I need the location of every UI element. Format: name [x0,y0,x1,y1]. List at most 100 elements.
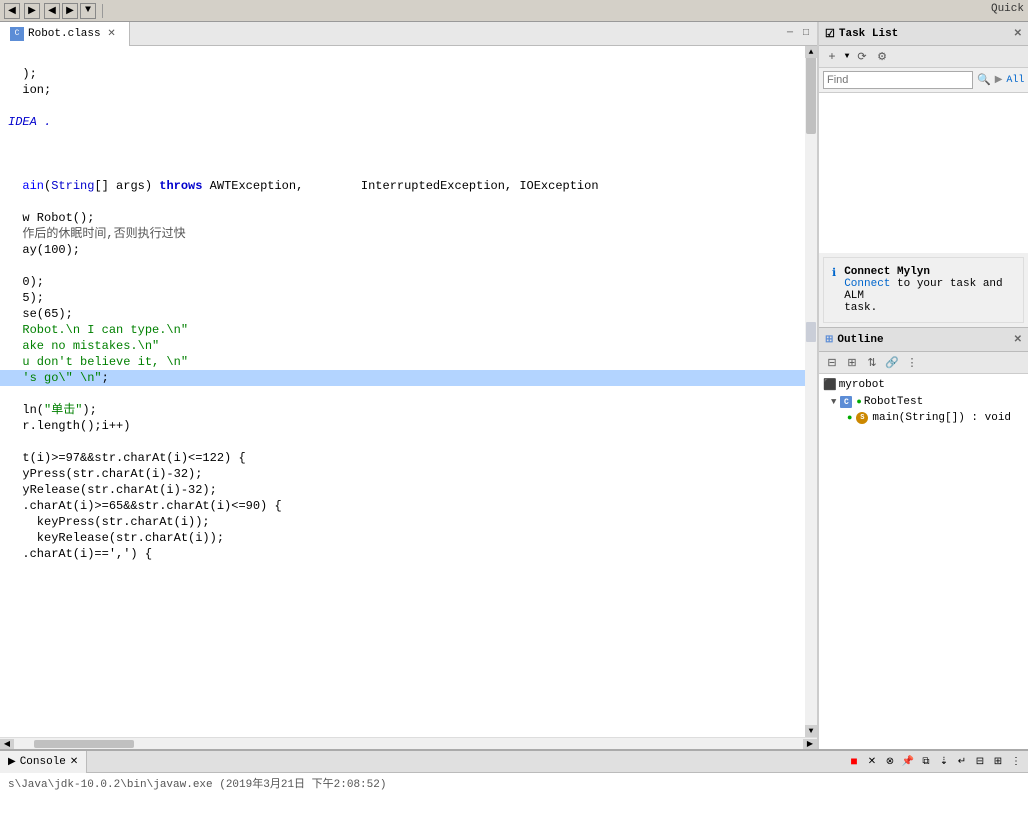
right-panel: ☑ Task List ✕ + ▼ ⟳ ⚙ 🔍 ▶ [818,22,1028,749]
console-scroll-btn[interactable]: ⇣ [936,754,952,770]
outline-panel: ⊞ Outline ✕ ⊟ ⊞ ⇅ 🔗 ⋮ ⬛ myrobot [819,328,1028,749]
checklist-icon: ☑ [825,27,835,41]
outline-title: Outline [837,334,883,346]
line-29: keyRelease(str.charAt(i)); [8,531,224,545]
outline-icon: ⊞ [825,334,833,346]
console-tab-icon: ▶ [8,756,16,768]
sync-btn[interactable]: ⟳ [853,48,871,66]
line-14: 0); [8,275,44,289]
search-icon[interactable]: 🔍 [977,73,991,87]
back-button[interactable]: ◀ [4,3,20,19]
line-21: ln("单击"); [8,403,97,417]
task-settings-btn[interactable]: ⚙ [873,48,891,66]
collapse-all-btn[interactable]: ⊟ [823,354,841,372]
filter-separator: ▶ [995,74,1003,86]
minimap-indicator [806,322,816,342]
scroll-left-arrow[interactable]: ◀ [0,739,14,749]
new-task-btn[interactable]: + [823,48,841,66]
forward-button[interactable]: ▶ [24,3,40,19]
console-log-text: s\Java\jdk-10.0.2\bin\javaw.exe (2019年3月… [8,779,386,791]
connect-link[interactable]: Connect [844,278,890,290]
console-tab-close[interactable]: ✕ [70,756,78,768]
scroll-down-arrow[interactable]: ▼ [805,725,817,737]
package-icon: ⬛ [823,378,837,392]
connect-mylyn-box: ℹ Connect Mylyn Connect to your task and… [823,257,1024,323]
console-more-btn[interactable]: ⋮ [1008,754,1024,770]
console-close-btn[interactable]: ✕ [864,754,880,770]
line-3 [8,99,15,113]
filter-all-btn[interactable]: All [1004,74,1026,87]
line-22: r.length();i++) [8,419,130,433]
line-20: 's go\" \n"; [0,370,805,386]
connect-mylyn-title: Connect Mylyn [844,266,930,278]
editor-scroll-thumb[interactable] [806,54,816,134]
line-13 [8,259,15,273]
task-list-area [819,93,1028,253]
outline-header: ⊞ Outline ✕ [819,328,1028,352]
tab-close[interactable]: ✕ [105,27,119,41]
line-30: .charAt(i)==',') { [8,547,152,561]
main-layout: C Robot.class ✕ ─ □ ); ion; IDEA . ain(S… [0,22,1028,829]
method-green-dot: ● [847,413,852,423]
outline-myrobot-label: myrobot [839,379,885,391]
task-list-title: Task List [839,28,898,40]
outline-more-btn[interactable]: ⋮ [903,354,921,372]
stop-btn[interactable]: ■ [846,754,862,770]
task-list-header: ☑ Task List ✕ [819,22,1028,46]
line-25: yPress(str.charAt(i)-32); [8,467,202,481]
line-24: t(i)>=97&&str.charAt(i)<=122) { [8,451,246,465]
sort-btn[interactable]: ⇅ [863,354,881,372]
editor-tab-bar: C Robot.class ✕ ─ □ [0,22,817,46]
outline-close[interactable]: ✕ [1014,334,1022,346]
code-area[interactable]: ); ion; IDEA . ain(String[] args) throws… [0,46,805,737]
outline-item-myrobot[interactable]: ⬛ myrobot [819,376,1028,394]
h-scrollbar[interactable]: ◀ ▶ [0,737,817,749]
line-17: Robot.\n I can type.\n" [8,323,188,337]
content-area: C Robot.class ✕ ─ □ ); ion; IDEA . ain(S… [0,22,1028,749]
console-copy-btn[interactable]: ⧉ [918,754,934,770]
console-wrap-btn[interactable]: ↵ [954,754,970,770]
line-10: w Robot(); [8,211,94,225]
expand-all-btn[interactable]: ⊞ [843,354,861,372]
bottom-tab-bar: ▶ Console ✕ ■ ✕ ⊗ 📌 ⧉ ⇣ ↵ ⊟ ⊞ ⋮ [0,751,1028,773]
line-18: ake no mistakes.\n" [8,339,159,353]
new-task-dropdown[interactable]: ▼ [843,50,851,64]
outline-item-main[interactable]: ● S main(String[]) : void [819,410,1028,426]
quick-label: Quick [991,3,1024,15]
line-7 [8,163,15,177]
line-11: 作后的休眠时间,否则执行过快 [8,227,186,241]
line-15: 5); [8,291,44,305]
scroll-right-arrow[interactable]: ▶ [803,739,817,749]
editor-pane: C Robot.class ✕ ─ □ ); ion; IDEA . ain(S… [0,22,818,749]
line-1: ); [8,67,37,81]
nav-group: ◀ ▶ ▼ [44,3,96,19]
task-list-close[interactable]: ✕ [1014,28,1022,40]
console-clear-btn[interactable]: ⊗ [882,754,898,770]
task-list-section: ☑ Task List ✕ + ▼ ⟳ ⚙ 🔍 ▶ [819,22,1028,328]
line-16: se(65); [8,307,73,321]
bottom-panel: ▶ Console ✕ ■ ✕ ⊗ 📌 ⧉ ⇣ ↵ ⊟ ⊞ ⋮ s\Java\j… [0,749,1028,829]
scroll-up-arrow[interactable]: ▲ [805,46,817,58]
outline-toolbar: ⊟ ⊞ ⇅ 🔗 ⋮ [819,352,1028,374]
console-split2-btn[interactable]: ⊞ [990,754,1006,770]
console-split1-btn[interactable]: ⊟ [972,754,988,770]
link-btn[interactable]: 🔗 [883,354,901,372]
maximize-editor[interactable]: □ [799,27,813,41]
console-pin-btn[interactable]: 📌 [900,754,916,770]
class-badge: C [840,396,852,408]
h-scroll-thumb[interactable] [34,740,134,748]
task-search-input[interactable] [823,71,973,89]
prev-button[interactable]: ◀ [44,3,60,19]
down-button[interactable]: ▼ [80,3,96,19]
robot-class-tab[interactable]: C Robot.class ✕ [0,22,130,46]
line-6 [8,147,15,161]
editor-content: ); ion; IDEA . ain(String[] args) throws… [0,46,817,737]
next-button[interactable]: ▶ [62,3,78,19]
outline-item-robottest[interactable]: ▼ C ● RobotTest [819,394,1028,410]
green-dot: ● [856,397,861,407]
console-tab[interactable]: ▶ Console ✕ [0,751,87,773]
line-9 [8,195,15,209]
line-23 [8,435,15,449]
editor-scrollbar[interactable]: ▲ ▼ [805,46,817,737]
minimize-editor[interactable]: ─ [783,27,797,41]
